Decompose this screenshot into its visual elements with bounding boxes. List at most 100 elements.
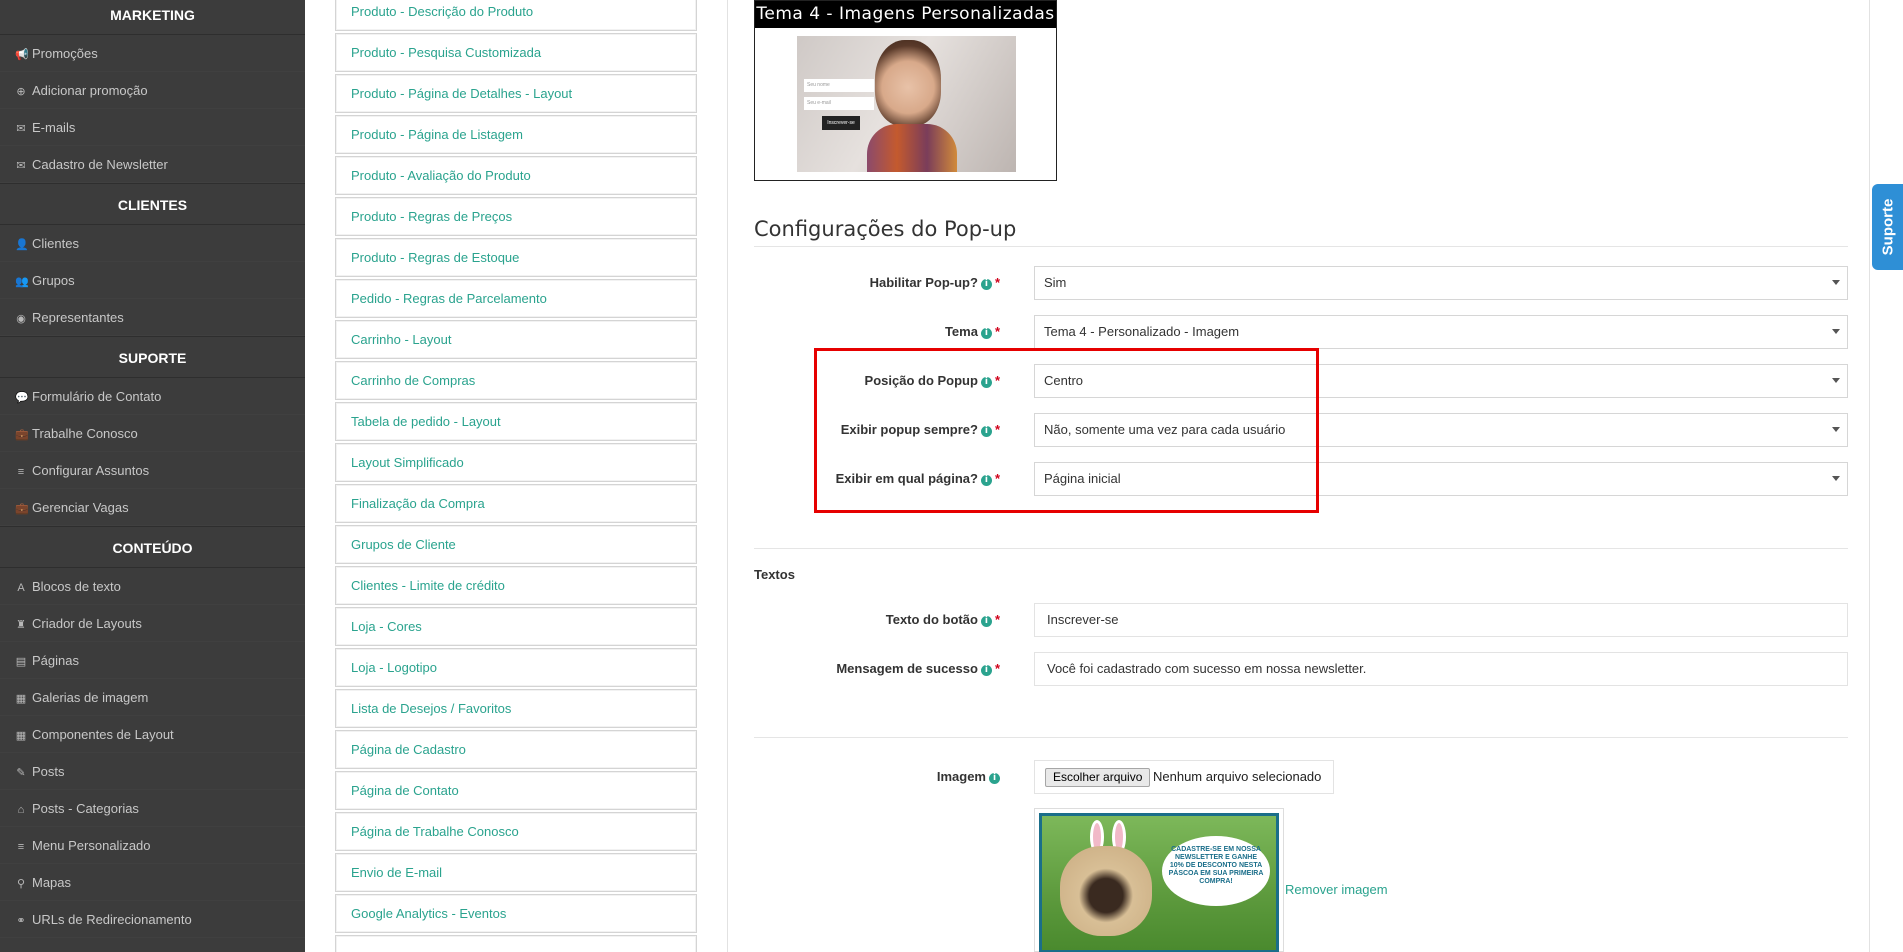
sidebar-item-label: Clientes [32,236,79,251]
divider [754,737,1848,738]
sidebar-section-suporte: SUPORTE [0,336,305,378]
sidebar-item-label: Cadastro de Newsletter [32,157,168,172]
pug-promo-image: CADASTRE-SE EM NOSSA NEWSLETTER E GANHE … [1039,813,1279,952]
sidebar-item-grupos[interactable]: 👥 Grupos [0,262,305,299]
menu-item-produto-avaliacao[interactable]: Produto - Avaliação do Produto [335,156,697,195]
plus-circle-icon: ⊕ [16,86,26,98]
image-file-input[interactable]: Escolher arquivo Nenhum arquivo selecion… [1034,760,1334,794]
menu-item-pagina-cadastro[interactable]: Página de Cadastro [335,730,697,769]
menu-item-carrinho-layout[interactable]: Carrinho - Layout [335,320,697,359]
tema-select[interactable]: Tema 4 - Personalizado - Imagem [1034,315,1848,349]
bullhorn-icon: 📢 [15,49,29,61]
sidebar-item-posts[interactable]: ✎ Posts [0,753,305,790]
envelope-icon: ✉ [16,160,26,172]
sidebar-item-adicionar-promocao[interactable]: ⊕ Adicionar promoção [0,72,305,109]
sidebar-item-menu-personalizado[interactable]: ≡ Menu Personalizado [0,827,305,864]
sidebar-item-formulario-contato[interactable]: 💬 Formulário de Contato [0,378,305,415]
menu-item-grupos-cliente[interactable]: Grupos de Cliente [335,525,697,564]
sidebar-item-label: Mapas [32,875,72,890]
sidebar-item-urls-redirecionamento[interactable]: ⚭ URLs de Redirecionamento [0,901,305,938]
menu-item-layout-simplificado[interactable]: Layout Simplificado [335,443,697,482]
chevron-down-icon [1832,427,1840,432]
theme-preview: Tema 4 - Imagens Personalizadas Seu nome… [754,0,1057,181]
preview-subscribe-button: Inscrever-se [822,116,860,130]
choose-file-button[interactable]: Escolher arquivo [1045,768,1151,787]
menu-item-pedido-parcelamento[interactable]: Pedido - Regras de Parcelamento [335,279,697,318]
menu-item-produto-descricao[interactable]: Produto - Descrição do Produto [335,0,697,31]
required-asterisk: * [994,324,1000,339]
sidebar-item-componentes-layout[interactable]: ▦ Componentes de Layout [0,716,305,753]
info-icon[interactable]: i [989,773,1000,784]
sidebar-item-label: Blocos de texto [32,579,121,594]
menu-item-loja-cores[interactable]: Loja - Cores [335,607,697,646]
menu-item-loja-logotipo[interactable]: Loja - Logotipo [335,648,697,687]
menu-item-limite-credito[interactable]: Clientes - Limite de crédito [335,566,697,605]
menu-item-produto-regras-precos[interactable]: Produto - Regras de Preços [335,197,697,236]
sidebar-item-label: Posts - Categorias [32,801,139,816]
field-label: Imagem i [937,760,1000,794]
chevron-down-icon [1832,280,1840,285]
promo-text: CADASTRE-SE EM NOSSA NEWSLETTER E GANHE … [1162,836,1270,906]
remove-image-link[interactable]: Remover imagem [1285,882,1388,897]
sidebar-item-galerias-imagem[interactable]: ▦ Galerias de imagem [0,679,305,716]
menu-item-produto-pesquisa[interactable]: Produto - Pesquisa Customizada [335,33,697,72]
menu-item-tabela-pedido[interactable]: Tabela de pedido - Layout [335,402,697,441]
menu-item-produto-listagem[interactable]: Produto - Página de Listagem [335,115,697,154]
sidebar-item-label: Galerias de imagem [32,690,149,705]
field-label: Texto do botão i * [885,612,1000,627]
sidebar-item-trabalhe-conosco[interactable]: 💼 Trabalhe Conosco [0,415,305,452]
info-icon[interactable]: i [980,616,992,627]
menu-item-partial[interactable] [335,935,697,952]
sidebar-item-label: Criador de Layouts [32,616,142,631]
sidebar-item-blocos-texto[interactable]: A Blocos de texto [0,568,305,605]
menu-item-google-analytics[interactable]: Google Analytics - Eventos [335,894,697,933]
sidebar-item-label: Componentes de Layout [32,727,174,742]
th-large-icon: ▦ [15,730,27,742]
sidebar-item-emails[interactable]: ✉ E-mails [0,109,305,146]
textos-title: Textos [754,567,795,582]
texto-botao-input[interactable]: Inscrever-se [1034,603,1848,637]
sidebar-item-mapas[interactable]: ⚲ Mapas [0,864,305,901]
sidebar-item-configurar-assuntos[interactable]: ≡ Configurar Assuntos [0,452,305,489]
users-icon: 👥 [15,276,29,288]
menu-item-produto-detalhes-layout[interactable]: Produto - Página de Detalhes - Layout [335,74,697,113]
sidebar-item-label: Representantes [32,310,124,325]
divider [754,548,1848,549]
menu-item-envio-email[interactable]: Envio de E-mail [335,853,697,892]
sidebar-item-gerenciar-vagas[interactable]: 💼 Gerenciar Vagas [0,489,305,526]
sidebar-item-label: Grupos [32,273,75,288]
sidebar-item-paginas[interactable]: ▤ Páginas [0,642,305,679]
theme-preview-image: Seu nome Seu e-mail Inscrever-se [797,36,1016,172]
menu-item-pagina-contato[interactable]: Página de Contato [335,771,697,810]
menu-item-finalizacao-compra[interactable]: Finalização da Compra [335,484,697,523]
sidebar-item-label: Trabalhe Conosco [32,426,138,441]
sidebar-item-clientes[interactable]: 👤 Clientes [0,225,305,262]
info-icon[interactable]: i [980,328,992,339]
file-icon: ▤ [15,656,27,668]
preview-email-input: Seu e-mail [804,97,874,110]
sidebar: MARKETING 📢 Promoções ⊕ Adicionar promoção… [0,0,305,952]
home-icon: ⌂ [17,804,25,816]
sidebar-item-representantes[interactable]: ◉ Representantes [0,299,305,336]
briefcase-icon: 💼 [15,503,29,515]
sidebar-item-label: Promoções [32,46,98,61]
sidebar-item-promocoes[interactable]: 📢 Promoções [0,35,305,72]
menu-item-pagina-trabalhe-conosco[interactable]: Página de Trabalhe Conosco [335,812,697,851]
sidebar-item-criador-layouts[interactable]: ♜ Criador de Layouts [0,605,305,642]
sidebar-item-posts-categorias[interactable]: ⌂ Posts - Categorias [0,790,305,827]
support-tab[interactable]: Suporte [1872,184,1903,270]
info-icon[interactable]: i [980,279,992,290]
sidebar-item-cadastro-newsletter[interactable]: ✉ Cadastro de Newsletter [0,146,305,183]
sidebar-item-label: Posts [32,764,65,779]
habilitar-popup-select[interactable]: Sim [1034,266,1848,300]
menu-item-lista-desejos[interactable]: Lista de Desejos / Favoritos [335,689,697,728]
menu-item-carrinho-compras[interactable]: Carrinho de Compras [335,361,697,400]
briefcase-icon: 💼 [15,429,29,441]
form-row-habilitar: Habilitar Pop-up? i * Sim [754,266,1848,300]
sidebar-item-label: Páginas [32,653,79,668]
info-icon[interactable]: i [980,665,992,676]
sidebar-item-label: E-mails [32,120,76,135]
mensagem-sucesso-input[interactable]: Você foi cadastrado com sucesso em nossa… [1034,652,1848,686]
file-name-text: Nenhum arquivo selecionado [1153,769,1322,784]
menu-item-produto-regras-estoque[interactable]: Produto - Regras de Estoque [335,238,697,277]
